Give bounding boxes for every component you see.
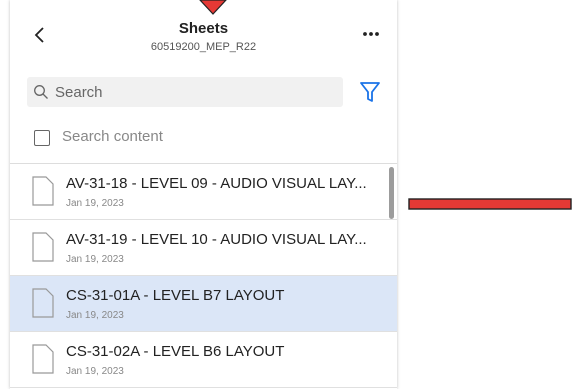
search-input[interactable]: [55, 77, 335, 107]
sheet-date: Jan 19, 2023: [66, 198, 124, 209]
search-content-checkbox[interactable]: [34, 130, 50, 146]
document-icon: [32, 176, 54, 206]
sheet-date: Jan 19, 2023: [66, 254, 124, 265]
sheet-title: CS-31-02A - LEVEL B6 LAYOUT: [66, 343, 285, 360]
sheet-title: AV-31-18 - LEVEL 09 - AUDIO VISUAL LAY..…: [66, 175, 367, 192]
list-item-selected[interactable]: CS-31-01A - LEVEL B7 LAYOUT Jan 19, 2023: [10, 276, 397, 332]
sheets-panel: Sheets 60519200_MEP_R22 Search content A…: [10, 0, 397, 389]
filter-icon[interactable]: [359, 80, 381, 104]
sheet-title: CS-31-01A - LEVEL B7 LAYOUT: [66, 287, 285, 304]
scrollbar-thumb[interactable]: [389, 167, 394, 219]
page-subtitle: 60519200_MEP_R22: [150, 41, 257, 53]
sheet-date: Jan 19, 2023: [66, 366, 124, 377]
list-item[interactable]: AV-31-18 - LEVEL 09 - AUDIO VISUAL LAY..…: [10, 164, 397, 220]
annotation-pointer-icon: [199, 0, 227, 15]
sheet-list: AV-31-18 - LEVEL 09 - AUDIO VISUAL LAY..…: [10, 163, 397, 388]
document-icon: [32, 232, 54, 262]
list-item[interactable]: CS-31-02A - LEVEL B6 LAYOUT Jan 19, 2023: [10, 332, 397, 388]
sheet-title: AV-31-19 - LEVEL 10 - AUDIO VISUAL LAY..…: [66, 231, 367, 248]
search-icon: [34, 85, 48, 99]
more-horizontal-icon[interactable]: [361, 26, 381, 42]
document-icon: [32, 344, 54, 374]
sheet-date: Jan 19, 2023: [66, 310, 124, 321]
search-content-label: Search content: [62, 128, 163, 145]
search-box: [27, 77, 343, 107]
page-title: Sheets: [178, 20, 229, 37]
document-icon: [32, 288, 54, 318]
list-item[interactable]: AV-31-19 - LEVEL 10 - AUDIO VISUAL LAY..…: [10, 220, 397, 276]
annotation-arrow-icon: [408, 198, 572, 210]
